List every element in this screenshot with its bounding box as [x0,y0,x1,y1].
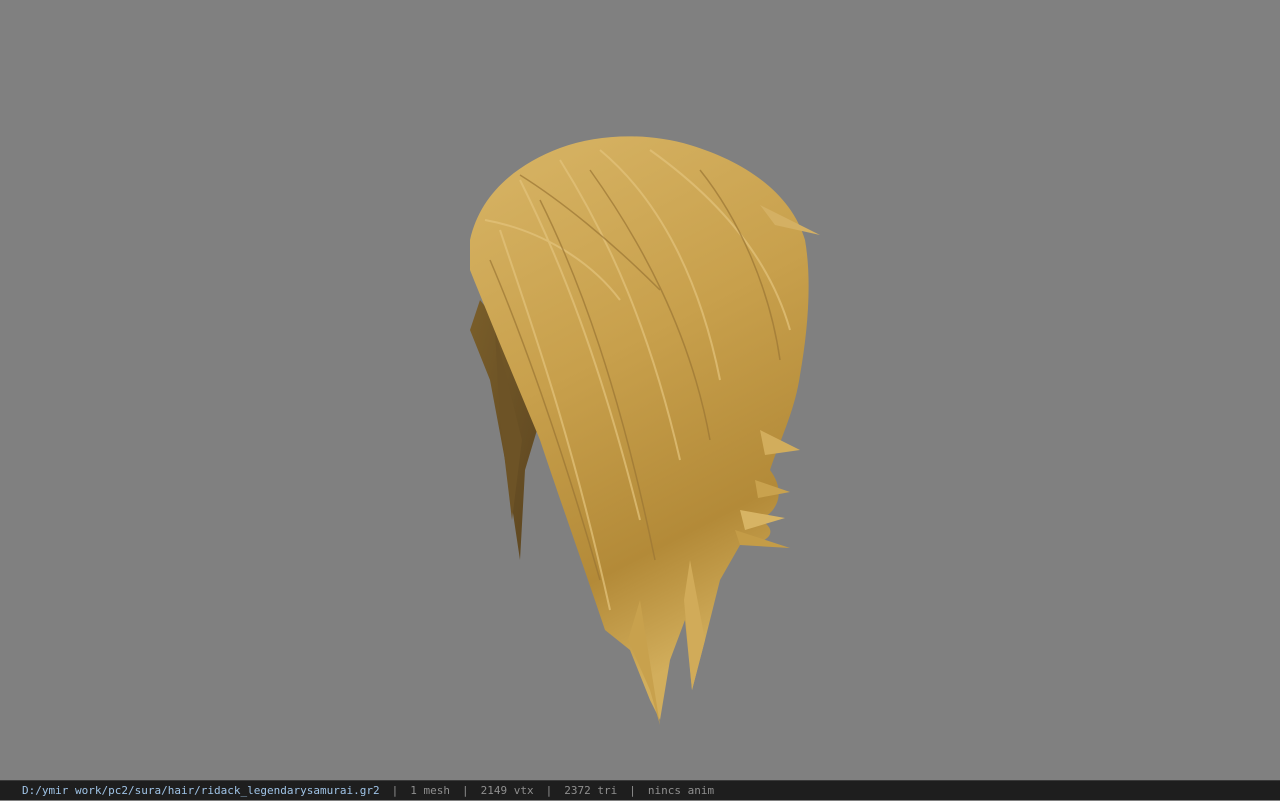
separator: | [462,783,469,797]
animation-status-label: nincs anim [647,783,715,797]
status-bar: D:/ymir work/pc2/sura/hair/ridack_legend… [0,780,1280,800]
separator: | [629,783,636,797]
triangle-count-label: 2372 tri [564,783,618,797]
separator: | [391,783,399,797]
vertex-count-label: 2149 vtx [480,783,534,797]
separator: | [545,783,553,797]
hair-model-render [470,136,820,725]
file-path-label: D:/ymir work/pc2/sura/hair/ridack_legend… [22,783,380,797]
mesh-count-label: 1 mesh [410,783,450,797]
3d-viewport[interactable] [0,0,1280,780]
